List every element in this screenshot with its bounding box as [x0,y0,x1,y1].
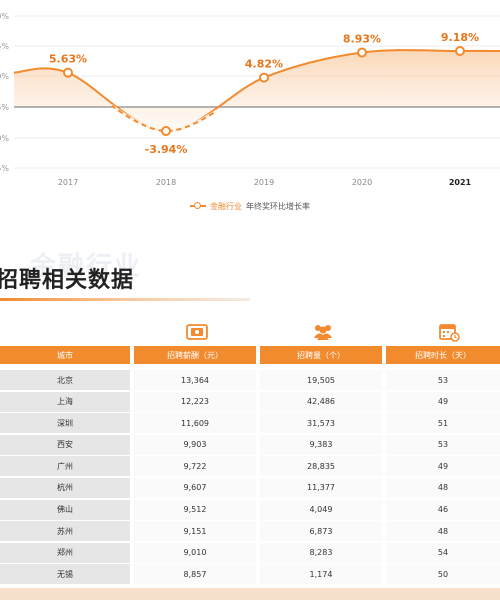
cell-salary: 11,609 [134,413,256,434]
people-icon [314,325,332,340]
x-tick-label: 2017 [58,178,78,187]
y-tick-label: 0% [0,72,9,81]
data-point [357,47,367,58]
cell-duration: 49 [386,391,500,412]
cell-city: 郑州 [0,542,130,563]
header-city: 城市 [0,346,130,364]
table-header-row: 城市 招聘薪酬（元） 招聘量（个） 招聘时长（天） [0,346,500,364]
y-tick-label: 0% [0,134,9,143]
cell-volume: 31,573 [260,413,382,434]
table-row: 无锡 8,857 1,174 50 [0,564,500,585]
table-row: 广州 9,722 28,835 49 [0,456,500,477]
money-icon [186,324,208,340]
cell-volume: 1,174 [260,564,382,585]
cell-volume: 42,486 [260,391,382,412]
recruitment-table: 城市 招聘薪酬（元） 招聘量（个） 招聘时长（天） 北京 13,364 19,505… [0,346,500,586]
legend-label: 年终奖环比增长率 [246,201,310,211]
chart-legend: 金融行业 年终奖环比增长率 [0,198,500,214]
table-row: 杭州 9,607 11,377 48 [0,477,500,499]
calendar-clock-icon [439,324,460,342]
cell-duration: 49 [386,456,500,477]
data-point [455,46,465,57]
cell-volume: 19,505 [260,370,382,390]
title-underline [0,298,250,301]
table-row: 深圳 11,609 31,573 51 [0,413,500,434]
cell-duration: 46 [386,499,500,520]
cell-city: 广州 [0,456,130,477]
cell-city: 无锡 [0,564,130,585]
data-point [259,72,269,83]
data-label: 5.63% [49,53,87,66]
cell-salary: 9,151 [134,521,256,542]
cell-volume: 8,283 [260,542,382,563]
y-tick-label: 5% [0,42,9,51]
cell-duration: 50 [386,564,500,585]
cell-salary: 12,223 [134,391,256,412]
cell-duration: 54 [386,542,500,563]
cell-salary: 9,010 [134,542,256,563]
cell-volume: 9,383 [260,434,382,455]
header-salary: 招聘薪酬（元） [134,346,256,364]
data-label: 9.18% [441,31,479,44]
cell-salary: 9,722 [134,456,256,477]
legend-prefix: 金融行业 [210,201,242,211]
legend-line-marker-icon [190,202,206,210]
data-point [63,67,73,78]
cell-volume: 6,873 [260,521,382,542]
footer-band [0,588,500,600]
data-label: 4.82% [245,58,283,71]
table-row: 上海 12,223 42,486 49 [0,391,500,413]
x-tick-label: 2021 [449,178,472,187]
cell-volume: 11,377 [260,477,382,498]
y-tick-label: 5% [0,103,9,112]
data-label: 8.93% [343,33,381,46]
y-tick-label: 5% [0,164,9,173]
table-body: 北京 13,364 19,505 53 上海 12,223 42,486 49 深圳 11,609… [0,370,500,585]
cell-salary: 9,903 [134,434,256,455]
table-row: 北京 13,364 19,505 53 [0,370,500,391]
x-tick-label: 2020 [352,178,372,187]
cell-salary: 8,857 [134,564,256,585]
x-tick-label: 2018 [156,178,176,187]
cell-city: 佛山 [0,499,130,520]
table-row: 佛山 9,512 4,049 46 [0,499,500,521]
cell-city: 上海 [0,391,130,412]
y-tick-label: 0% [0,12,9,21]
table-row: 西安 9,903 9,383 53 [0,434,500,456]
cell-duration: 48 [386,521,500,542]
cell-city: 苏州 [0,521,130,542]
cell-duration: 48 [386,477,500,498]
section-title: 招聘相关数据 [0,268,135,293]
growth-line-chart: 0%5%0%5%0%5% 5.63%-3.94%4.82%8.93%9.18% … [0,12,500,187]
cell-city: 深圳 [0,413,130,434]
cell-salary: 9,607 [134,477,256,498]
header-volume: 招聘量（个） [260,346,382,364]
data-label: -3.94% [145,143,188,156]
header-duration: 招聘时长（天） [386,346,500,364]
data-point [161,126,171,137]
cell-salary: 9,512 [134,499,256,520]
cell-city: 西安 [0,434,130,455]
cell-duration: 51 [386,413,500,434]
cell-city: 杭州 [0,477,130,498]
cell-volume: 28,835 [260,456,382,477]
cell-duration: 53 [386,434,500,455]
cell-salary: 13,364 [134,370,256,390]
cell-volume: 4,049 [260,499,382,520]
table-row: 苏州 9,151 6,873 48 [0,521,500,542]
x-tick-label: 2019 [254,178,274,187]
cell-duration: 53 [386,370,500,390]
cell-city: 北京 [0,370,130,390]
table-row: 郑州 9,010 8,283 54 [0,542,500,564]
